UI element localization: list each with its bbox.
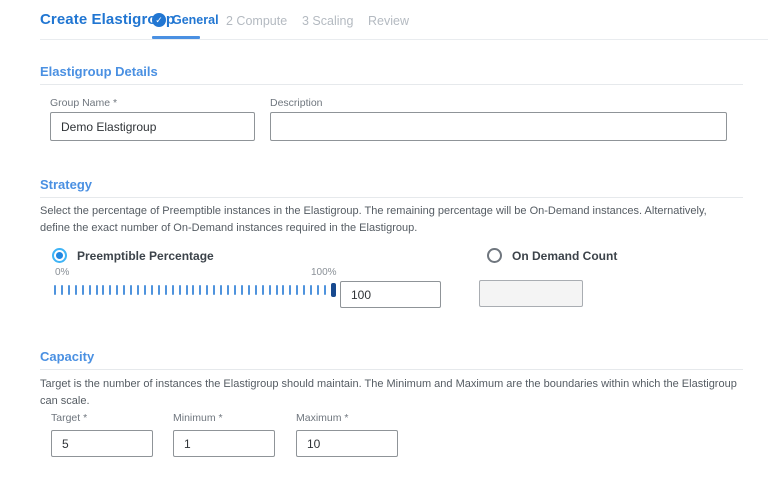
description-label: Description	[270, 97, 323, 109]
capacity-description: Target is the number of instances the El…	[40, 376, 740, 410]
slider-handle[interactable]	[331, 283, 336, 297]
preemptible-percentage-input[interactable]	[340, 281, 441, 308]
preemptible-percentage-radio[interactable]: Preemptible Percentage	[52, 248, 214, 263]
group-name-input[interactable]	[50, 112, 255, 141]
section-divider	[40, 197, 743, 198]
target-label: Target *	[51, 412, 87, 424]
preemptible-slider[interactable]	[54, 283, 336, 297]
tab-general-label: General	[172, 13, 219, 27]
group-name-label: Group Name *	[50, 97, 117, 109]
target-input[interactable]	[51, 430, 153, 457]
radio-selected-icon	[52, 248, 67, 263]
minimum-input[interactable]	[173, 430, 275, 457]
maximum-label: Maximum *	[296, 412, 349, 424]
active-tab-underline	[152, 36, 200, 39]
strategy-description: Select the percentage of Preemptible ins…	[40, 203, 726, 237]
minimum-label: Minimum *	[173, 412, 223, 424]
maximum-input[interactable]	[296, 430, 398, 457]
on-demand-count-label: On Demand Count	[512, 249, 617, 263]
radio-unselected-icon	[487, 248, 502, 263]
slider-min-label: 0%	[55, 267, 69, 278]
preemptible-percentage-label: Preemptible Percentage	[77, 249, 214, 263]
on-demand-count-radio[interactable]: On Demand Count	[487, 248, 617, 263]
capacity-section-heading: Capacity	[40, 349, 94, 364]
description-input[interactable]	[270, 112, 727, 141]
details-section-heading: Elastigroup Details	[40, 64, 158, 79]
slider-max-label: 100%	[311, 267, 337, 278]
tab-general[interactable]: ✓ General	[152, 13, 219, 27]
strategy-section-heading: Strategy	[40, 177, 92, 192]
tab-scaling[interactable]: 3 Scaling	[302, 14, 353, 28]
section-divider	[40, 369, 743, 370]
tab-review[interactable]: Review	[368, 14, 409, 28]
on-demand-count-input[interactable]	[479, 280, 583, 307]
header-divider	[40, 39, 768, 40]
tab-compute[interactable]: 2 Compute	[226, 14, 287, 28]
section-divider	[40, 84, 743, 85]
check-circle-icon: ✓	[152, 13, 166, 27]
create-elastigroup-page: Create Elastigroup ✓ General 2 Compute 3…	[0, 0, 768, 503]
